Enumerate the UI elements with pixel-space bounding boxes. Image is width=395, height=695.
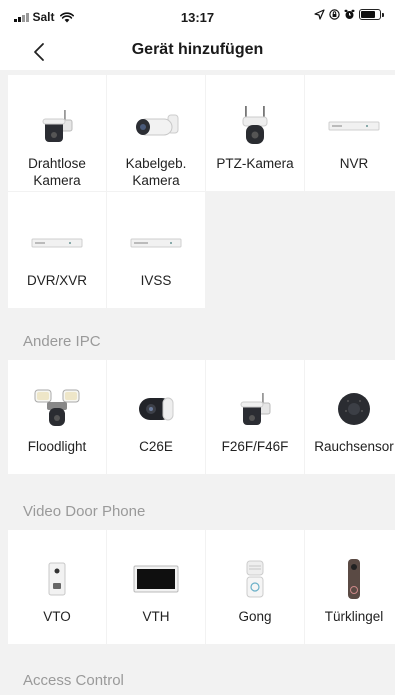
status-icons [314, 9, 384, 20]
device-tile-doorbell[interactable]: Türklingel [305, 530, 395, 644]
device-label: VTO [43, 609, 71, 624]
main-device-grid: Drahtlose Kamera Kabelgeb. Kamera PTZ-Ka… [8, 75, 395, 308]
screen-lock-icon [329, 9, 340, 20]
chime-icon [225, 556, 285, 602]
location-arrow-icon [314, 9, 325, 20]
navigation-bar: Gerät hinzufügen [0, 34, 395, 70]
device-label: Gong [238, 609, 272, 624]
device-label: Türklingel [324, 609, 384, 624]
device-tile-ivss[interactable]: IVSS [107, 192, 205, 308]
device-tile-vth[interactable]: VTH [107, 530, 205, 644]
device-label: C26E [139, 439, 173, 454]
wired-camera-icon [126, 103, 186, 149]
section-title-video-door-phone: Video Door Phone [23, 503, 146, 520]
device-tile-gong[interactable]: Gong [206, 530, 304, 644]
device-tile-wired-camera[interactable]: Kabelgeb. Kamera [107, 75, 205, 191]
doorbell-icon [324, 556, 384, 602]
ivss-icon [126, 220, 186, 266]
smoke-sensor-icon [324, 386, 384, 432]
c26e-camera-icon [126, 386, 186, 432]
floodlight-camera-icon [27, 386, 87, 432]
device-tile-c26e[interactable]: C26E [107, 360, 205, 474]
device-label: F26F/F46F [221, 439, 289, 454]
page-title: Gerät hinzufügen [131, 41, 264, 58]
other-ipc-grid: Floodlight C26E F26F/F46F Rauchsensor [8, 360, 395, 474]
alarm-icon [344, 9, 355, 19]
section-title-other-ipc: Andere IPC [23, 333, 101, 350]
ptz-camera-icon [225, 103, 285, 149]
device-tile-dvr[interactable]: DVR/XVR [8, 192, 106, 308]
device-label: NVR [339, 156, 369, 171]
nvr-icon [324, 103, 384, 149]
battery-icon [359, 9, 384, 20]
dvr-icon [27, 220, 87, 266]
wireless-camera-icon [27, 103, 87, 149]
device-label: PTZ-Kamera [216, 156, 294, 171]
device-label: IVSS [140, 273, 172, 288]
section-title-access-control: Access Control [23, 672, 124, 689]
device-label: Kabelgeb. Kamera [125, 156, 187, 188]
f26f-camera-icon [225, 386, 285, 432]
status-bar: Salt 13:17 [0, 0, 395, 34]
device-tile-ptz-camera[interactable]: PTZ-Kamera [206, 75, 304, 191]
device-tile-wireless-camera[interactable]: Drahtlose Kamera [8, 75, 106, 191]
device-tile-vto[interactable]: VTO [8, 530, 106, 644]
vth-monitor-icon [126, 556, 186, 602]
device-label: Rauchsensor [314, 439, 394, 454]
video-door-phone-grid: VTO VTH Gong Türklingel [8, 530, 395, 644]
device-label: Drahtlose Kamera [28, 156, 86, 188]
device-tile-f26f[interactable]: F26F/F46F [206, 360, 304, 474]
device-label: Floodlight [27, 439, 87, 454]
device-category-list: Drahtlose Kamera Kabelgeb. Kamera PTZ-Ka… [0, 70, 395, 695]
device-tile-floodlight[interactable]: Floodlight [8, 360, 106, 474]
device-tile-smoke-sensor[interactable]: Rauchsensor [305, 360, 395, 474]
vto-icon [27, 556, 87, 602]
device-label: VTH [142, 609, 170, 624]
device-label: DVR/XVR [26, 273, 87, 288]
device-tile-nvr[interactable]: NVR [305, 75, 395, 191]
